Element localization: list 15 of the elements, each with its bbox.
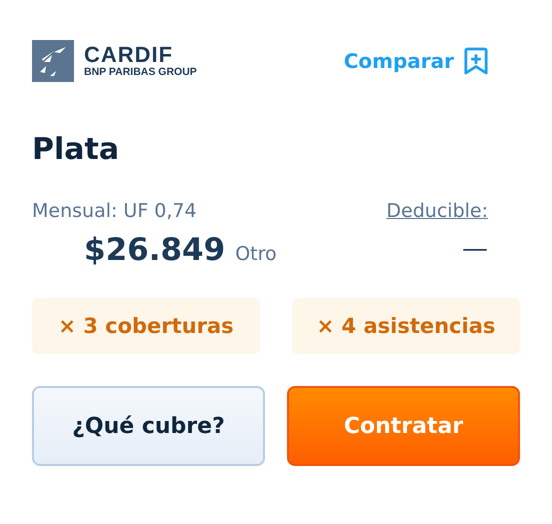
bookmark-plus-icon (464, 47, 488, 75)
logo-name: CARDIF (84, 44, 174, 66)
price: $26.849 (84, 232, 226, 268)
logo-icon (32, 40, 74, 82)
price-note: Otro (235, 243, 277, 265)
deductible-value: — (462, 234, 488, 264)
monthly-label: Mensual: UF 0,74 (32, 199, 198, 224)
contract-button[interactable]: Contratar (287, 386, 520, 466)
logo-tagline: BNP PARIBAS GROUP (84, 66, 197, 78)
plan-title: Plata (32, 131, 120, 169)
compare-link[interactable]: Comparar (344, 47, 488, 75)
deductible-link[interactable]: Deducible: (386, 198, 488, 224)
feature-badge: × 3 coberturas (32, 298, 260, 354)
feature-badge: × 4 asistencias (292, 298, 520, 354)
coverage-button[interactable]: ¿Qué cubre? (32, 386, 265, 466)
